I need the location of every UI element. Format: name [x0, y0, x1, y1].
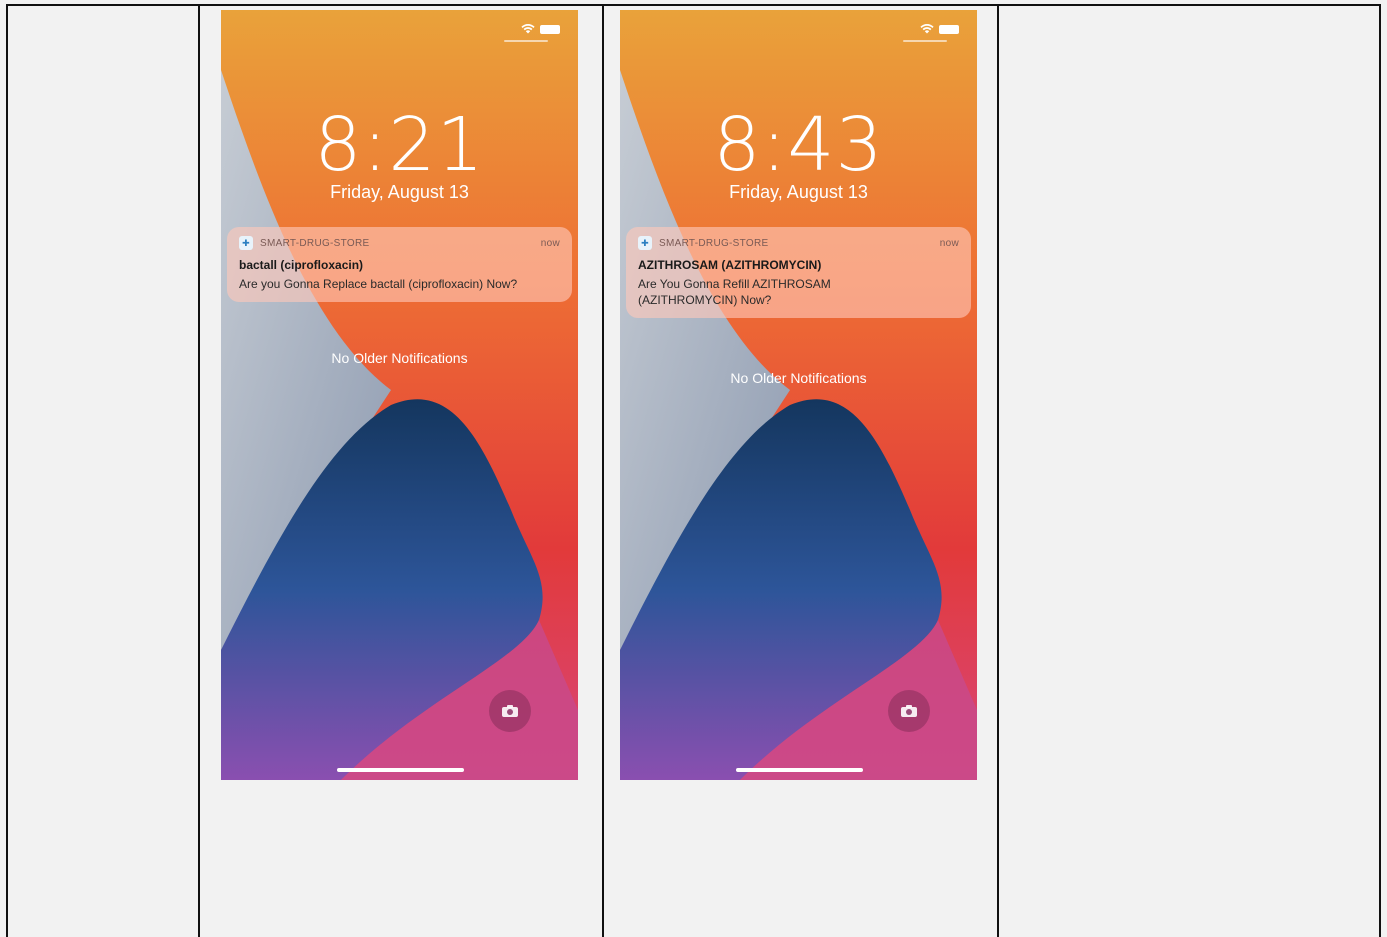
battery-icon [540, 24, 560, 34]
notification-title: bactall (ciprofloxacin) [239, 258, 364, 272]
status-bar [920, 24, 959, 34]
notification-app-name: SMART-DRUG-STORE [659, 237, 769, 249]
no-older-notifications: No Older Notifications [730, 370, 867, 386]
no-older-notifications: No Older Notifications [331, 350, 468, 366]
notification-time: now [540, 237, 560, 249]
table-cell-phone-1: 8:21 Friday, August 13 ✚ SMART-DRUG-STOR… [198, 4, 602, 937]
table-cell-phone-2: 8:43 Friday, August 13 ✚ SMART-DRUG-STOR… [602, 4, 997, 937]
camera-icon [901, 705, 917, 717]
app-icon: ✚ [638, 236, 652, 250]
wifi-icon [920, 24, 934, 34]
lock-screen-1: 8:21 Friday, August 13 ✚ SMART-DRUG-STOR… [221, 10, 578, 780]
camera-button[interactable] [489, 690, 531, 732]
lock-screen-2: 8:43 Friday, August 13 ✚ SMART-DRUG-STOR… [620, 10, 977, 780]
table-grid: 8:21 Friday, August 13 ✚ SMART-DRUG-STOR… [0, 0, 1387, 937]
notification-time: now [939, 237, 959, 249]
wifi-icon [521, 24, 535, 34]
status-bar [521, 24, 560, 34]
home-indicator[interactable] [337, 768, 464, 772]
battery-icon [939, 24, 959, 34]
notification-app-name: SMART-DRUG-STORE [260, 237, 370, 249]
lock-date: Friday, August 13 [729, 182, 868, 202]
lock-time: 8:21 [314, 102, 485, 188]
camera-button[interactable] [888, 690, 930, 732]
status-indicator-line [504, 40, 548, 42]
status-indicator-line [903, 40, 947, 42]
app-icon: ✚ [239, 236, 253, 250]
notification-header: ✚ SMART-DRUG-STORE now [638, 236, 959, 250]
notification-card[interactable]: ✚ SMART-DRUG-STORE now bactall (ciproflo… [227, 227, 572, 302]
home-indicator[interactable] [736, 768, 863, 772]
notification-body: Are You Gonna Refill AZITHROSAM (AZITHRO… [638, 277, 831, 307]
camera-icon [502, 705, 518, 717]
lock-time: 8:43 [713, 102, 884, 188]
notification-card[interactable]: ✚ SMART-DRUG-STORE now AZITHROSAM (AZITH… [626, 227, 971, 318]
notification-header: ✚ SMART-DRUG-STORE now [239, 236, 560, 250]
table-cell-empty-left [6, 4, 198, 937]
table-cell-empty-right [997, 4, 1381, 937]
lock-date: Friday, August 13 [330, 182, 469, 202]
notification-title: AZITHROSAM (AZITHROMYCIN) [638, 258, 822, 272]
notification-body: Are you Gonna Replace bactall (ciproflox… [239, 277, 518, 291]
